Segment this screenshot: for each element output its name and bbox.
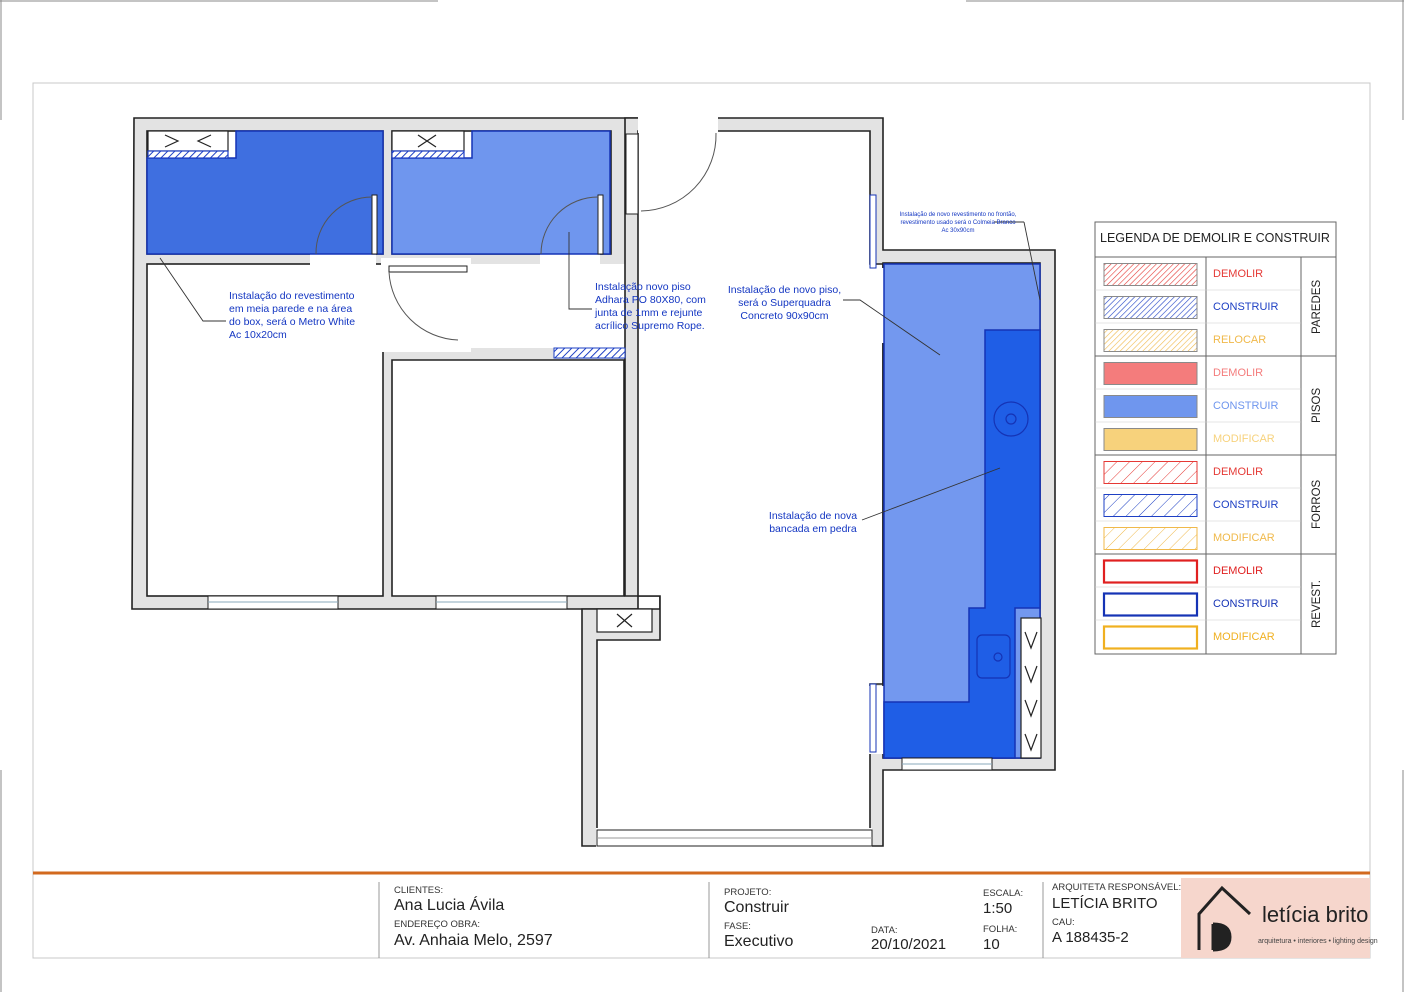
sheet-label: FOLHA: [983, 924, 1018, 935]
phase-label: FASE: [724, 921, 751, 932]
legend-label-modificar: MODIFICAR [1213, 432, 1275, 445]
note-kitchen-floor: Instalação de novo piso, será o Superqua… [727, 284, 842, 322]
legend-swatch-paredes-relocar [1103, 329, 1198, 352]
legend-label-demolir: DEMOLIR [1213, 366, 1264, 379]
logo-name: letícia brito [1262, 902, 1369, 927]
legend-label-construir: CONSTRUIR [1213, 597, 1279, 610]
legend-label-modificar: MODIFICAR [1213, 630, 1275, 643]
phase-value: Executivo [724, 933, 794, 950]
note-frontao-tile: Instalação de novo revestimento no front… [899, 212, 1017, 234]
legend-group-pisos: PISOS [1311, 387, 1323, 423]
logo-tagline: arquitetura • interiores • lighting desi… [1258, 938, 1378, 945]
client-name: Ana Lucia Ávila [394, 897, 505, 914]
living-interior [596, 130, 884, 833]
date-value: 20/10/2021 [871, 936, 947, 953]
scale-value: 1:50 [983, 900, 1013, 917]
legend-label-demolir: DEMOLIR [1213, 267, 1264, 280]
date-label: DATA: [871, 925, 898, 936]
legend-label-modificar: MODIFICAR [1213, 531, 1275, 544]
legend-swatch-pisos-construir [1103, 395, 1198, 418]
bedroom-2-interior [391, 359, 625, 597]
legend-label-construir: CONSTRUIR [1213, 498, 1279, 511]
cau-value: A 188435-2 [1052, 929, 1129, 946]
legend-swatch-pisos-modificar [1103, 428, 1198, 451]
legend-label-relocar: RELOCAR [1213, 333, 1267, 346]
note-bathroom-wall-tile: Instalação do revestimento em meia pared… [229, 290, 356, 341]
legend-label-construir: CONSTRUIR [1213, 399, 1279, 412]
legend-group-forros: FORROS [1311, 479, 1323, 529]
legend-label-demolir: DEMOLIR [1213, 564, 1264, 577]
project-value: Construir [724, 899, 789, 916]
project-label: PROJETO: [724, 887, 772, 898]
architect-label: ARQUITETA RESPONSÁVEL: [1052, 882, 1182, 893]
note-bathroom-floor: Instalação novo piso Adhara PO 80X80, co… [595, 281, 706, 332]
cau-label: CAU: [1052, 917, 1075, 928]
scale-label: ESCALA: [983, 888, 1024, 899]
address-label: ENDEREÇO OBRA: [394, 919, 481, 930]
legend-swatch-forros-demolir [1103, 461, 1198, 484]
legend-group-paredes: PAREDES [1311, 279, 1323, 334]
address-value: Av. Anhaia Melo, 2597 [394, 932, 553, 949]
new-wall-segment [553, 347, 626, 359]
legend-swatch-paredes-demolir [1103, 263, 1198, 286]
architect-name: LETÍCIA BRITO [1052, 895, 1158, 912]
sheet-value: 10 [983, 936, 1000, 953]
legend-title: LEGENDA DE DEMOLIR E CONSTRUIR [1100, 231, 1330, 245]
legend-group-revest: REVEST. [1311, 579, 1323, 628]
legend-swatch-forros-construir [1103, 494, 1198, 517]
legend-label-demolir: DEMOLIR [1213, 465, 1264, 478]
clients-label: CLIENTES: [394, 885, 444, 896]
legend-swatch-paredes-construir [1103, 296, 1198, 319]
legend-label-construir: CONSTRUIR [1213, 300, 1279, 313]
legend-swatch-pisos-demolir [1103, 362, 1198, 385]
note-countertop: Instalação de nova bancada em pedra [768, 510, 858, 535]
floor-plan-sheet [0, 0, 1404, 992]
legend-swatch-forros-modificar [1103, 527, 1198, 550]
